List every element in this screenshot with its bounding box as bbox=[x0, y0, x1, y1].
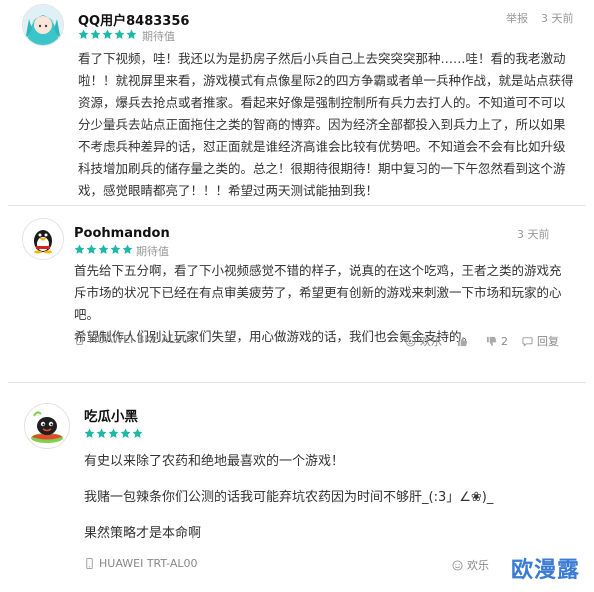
review-item: 吃瓜小黑 有史以来除了农药和绝地最喜欢的一个游戏！ 我赌一包辣条你们公测的话我可… bbox=[0, 383, 594, 592]
star-icon bbox=[84, 428, 95, 438]
dislike-button[interactable]: 2 bbox=[486, 335, 508, 348]
happy-label: 欢乐 bbox=[467, 559, 489, 572]
rating-stars bbox=[84, 428, 143, 439]
smile-icon bbox=[452, 559, 463, 571]
timestamp: 3 天前 bbox=[517, 228, 550, 241]
star-icon bbox=[120, 428, 131, 438]
star-icon bbox=[74, 244, 85, 254]
avatar[interactable] bbox=[22, 4, 64, 46]
star-icon bbox=[90, 29, 101, 39]
device-name: HUAWEI BKL-AL20 bbox=[89, 333, 189, 346]
happy-button[interactable]: 欢乐 bbox=[452, 557, 489, 573]
review-item: Poohmandon 期待值 3 天前 首先给下五分啊，看了下小视频感觉不错的样… bbox=[0, 206, 594, 376]
phone-icon bbox=[86, 558, 93, 569]
review-paragraph: 有史以来除了农药和绝地最喜欢的一个游戏！ bbox=[84, 454, 345, 469]
star-icon bbox=[122, 244, 133, 254]
like-button[interactable] bbox=[457, 336, 472, 347]
smile-icon bbox=[405, 335, 416, 347]
review-list: QQ用户8483356 期待值 举报 3 天前 看了下视频，哇！我还以为是扔房子… bbox=[0, 0, 594, 592]
review-paragraph: 我赌一包辣条你们公测的话我可能弃坑农药因为时间不够肝_(:3」∠❀)_ bbox=[84, 490, 494, 505]
device-name: HUAWEI TRT-AL00 bbox=[99, 557, 198, 570]
thumbs-up-icon bbox=[457, 336, 468, 346]
review-body: 看了下视频，哇！我还以为是扔房子然后小兵自己上去突突突那种……哇！看的我老激动啦… bbox=[78, 48, 574, 202]
star-icon bbox=[78, 29, 89, 39]
review-paragraph: 首先给下五分啊，看了下小视频感觉不错的样子，说真的在这个吃鸡，王者之类的游戏充斥… bbox=[74, 263, 562, 322]
avatar[interactable] bbox=[24, 403, 70, 449]
username[interactable]: 吃瓜小黑 bbox=[84, 405, 138, 425]
star-icon bbox=[108, 428, 119, 438]
reply-button[interactable]: 回复 bbox=[522, 333, 559, 349]
phone-icon bbox=[76, 334, 83, 345]
watermark: 欧漫露 bbox=[510, 558, 580, 583]
username[interactable]: QQ用户8483356 bbox=[78, 10, 189, 29]
review-actions: 欢乐 bbox=[452, 557, 489, 573]
reply-label: 回复 bbox=[537, 335, 559, 348]
star-icon bbox=[86, 244, 97, 254]
star-icon bbox=[96, 428, 107, 438]
review-actions: 欢乐 2 回复 bbox=[405, 333, 559, 349]
review-paragraph: 看了下视频，哇！我还以为是扔房子然后小兵自己上去突突突那种……哇！看的我老激动啦… bbox=[78, 51, 574, 198]
star-icon bbox=[102, 29, 113, 39]
rating-stars bbox=[78, 29, 137, 40]
star-icon bbox=[132, 428, 143, 438]
reply-icon bbox=[522, 336, 533, 347]
rating-label: 期待值 bbox=[142, 30, 175, 43]
rating-label: 期待值 bbox=[136, 245, 169, 258]
rating-stars bbox=[74, 244, 133, 255]
avatar[interactable] bbox=[22, 218, 64, 260]
report-link[interactable]: 举报 bbox=[506, 10, 528, 26]
thumbs-down-icon bbox=[486, 336, 497, 346]
dislike-count: 2 bbox=[501, 334, 508, 348]
happy-label: 欢乐 bbox=[420, 335, 442, 348]
device-info: HUAWEI BKL-AL20 bbox=[74, 333, 189, 346]
device-info: HUAWEI TRT-AL00 bbox=[84, 557, 197, 570]
review-paragraph: 果然策略才是本命啊 bbox=[84, 526, 202, 541]
review-item: QQ用户8483356 期待值 举报 3 天前 看了下视频，哇！我还以为是扔房子… bbox=[0, 0, 594, 205]
star-icon bbox=[110, 244, 121, 254]
username[interactable]: Poohmandon bbox=[74, 226, 170, 241]
review-body: 有史以来除了农药和绝地最喜欢的一个游戏！ 我赌一包辣条你们公测的话我可能弃坑农药… bbox=[84, 451, 574, 545]
star-icon bbox=[126, 29, 137, 39]
happy-button[interactable]: 欢乐 bbox=[405, 333, 442, 349]
star-icon bbox=[98, 244, 109, 254]
timestamp: 3 天前 bbox=[541, 12, 574, 25]
star-icon bbox=[114, 29, 125, 39]
